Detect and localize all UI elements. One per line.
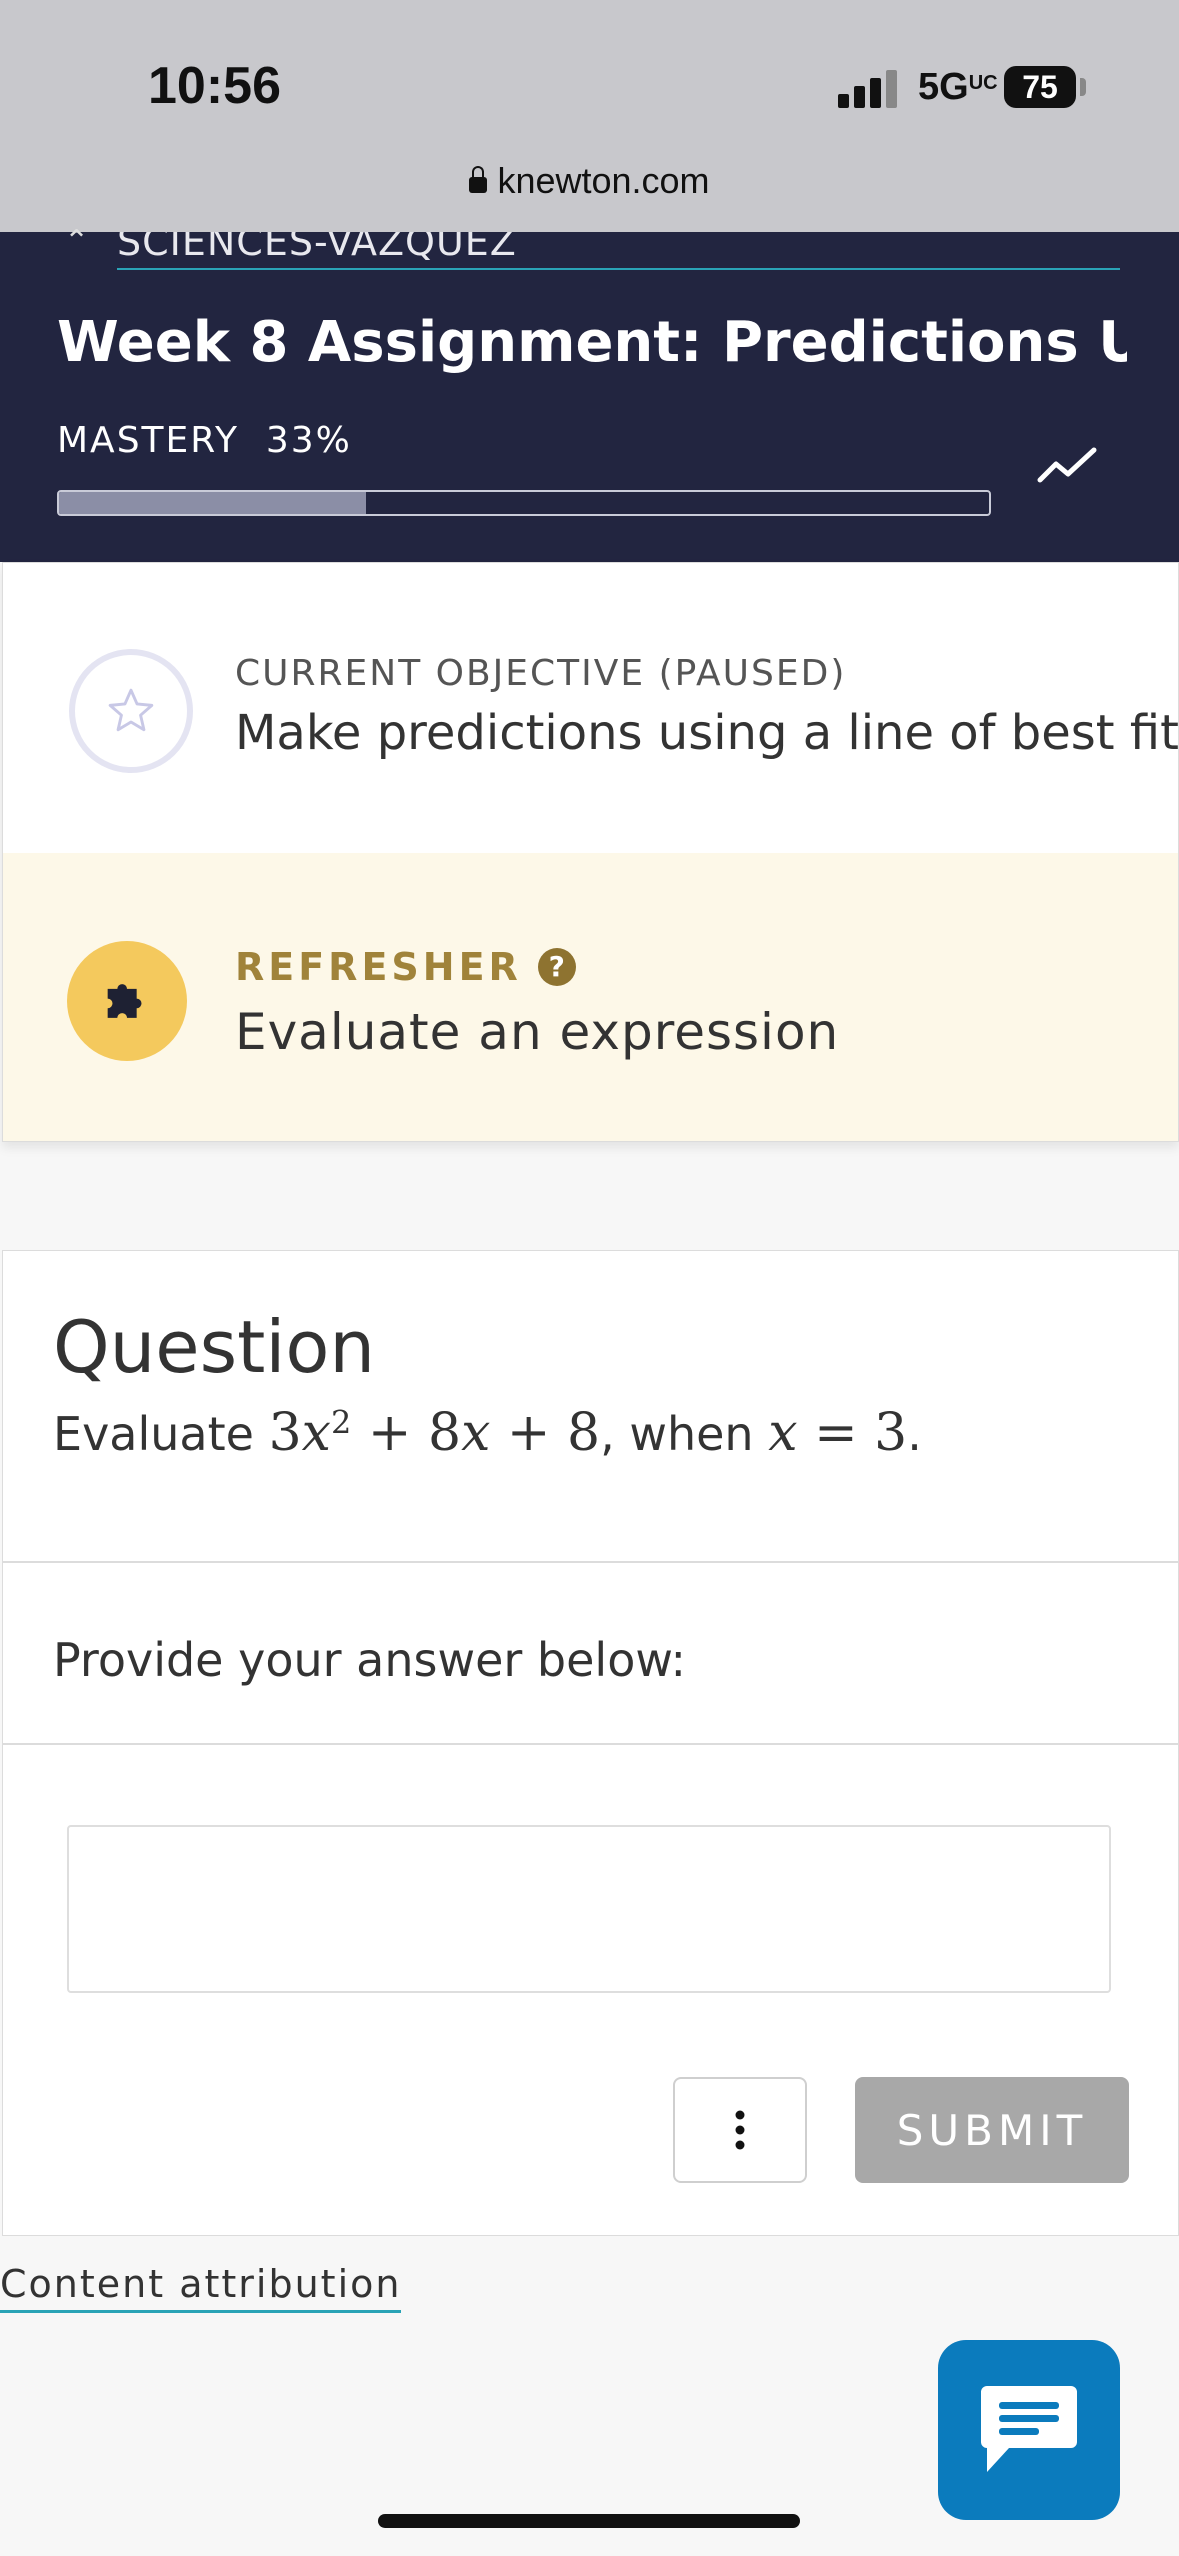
question-card: Question Evaluate 3x2 + 8x + 8, when x =… — [2, 1250, 1179, 2236]
objective-kicker: CURRENT OBJECTIVE (PAUSED) — [235, 653, 847, 694]
content-attribution-link[interactable]: Content attribution — [0, 2262, 402, 2313]
divider — [3, 1743, 1178, 1745]
home-indicator[interactable] — [378, 2514, 800, 2528]
status-time: 10:56 — [148, 57, 281, 115]
mastery-label: MASTERY 33% — [57, 420, 352, 461]
mastery-progress-bar — [57, 490, 991, 516]
objective-title: Make predictions using a line of best fi… — [235, 705, 1179, 761]
objective-badge — [69, 649, 193, 773]
battery-level: 75 — [1022, 68, 1058, 105]
chat-bubble-icon — [981, 2386, 1077, 2472]
back-caret-icon[interactable]: ⌃ — [64, 224, 89, 259]
battery-icon: 75 — [1004, 66, 1076, 108]
more-options-button[interactable] — [673, 2077, 807, 2183]
current-objective[interactable]: CURRENT OBJECTIVE (PAUSED) Make predicti… — [3, 563, 1179, 853]
trend-line-icon[interactable] — [1036, 446, 1098, 486]
course-link[interactable]: SCIENCES-VAZQUEZ — [117, 232, 1120, 270]
assignment-title: Week 8 Assignment: Predictions Usi... — [57, 310, 1127, 375]
screen: 10:56 5GUC 75 knewton.com ⌃ SCIENCES-VAZ… — [0, 0, 1179, 2556]
objective-card: CURRENT OBJECTIVE (PAUSED) Make predicti… — [2, 562, 1179, 1142]
star-icon — [108, 688, 154, 732]
mastery-progress-fill — [59, 492, 366, 514]
question-text: Evaluate 3x2 + 8x + 8, when x = 3. — [53, 1403, 922, 1463]
refresher-title: Evaluate an expression — [235, 1003, 840, 1061]
refresher-badge — [67, 941, 187, 1061]
submit-button[interactable]: SUBMIT — [855, 2077, 1129, 2183]
lock-icon — [469, 166, 488, 193]
url-bar[interactable]: knewton.com — [0, 160, 1179, 202]
question-heading: Question — [53, 1305, 376, 1389]
help-icon[interactable]: ? — [537, 948, 576, 986]
mastery-value: 33% — [265, 420, 352, 461]
more-vertical-icon — [735, 2110, 745, 2150]
battery-nub — [1080, 78, 1086, 96]
divider — [3, 1561, 1178, 1563]
chat-button[interactable] — [938, 2340, 1120, 2520]
refresher[interactable]: REFRESHER? Evaluate an expression — [3, 853, 1178, 1141]
assignment-header: ⌃ SCIENCES-VAZQUEZ Week 8 Assignment: Pr… — [0, 224, 1179, 562]
network-type: 5GUC — [918, 66, 998, 108]
refresher-kicker: REFRESHER? — [235, 945, 576, 989]
status-bar: 10:56 5GUC 75 knewton.com — [0, 0, 1179, 232]
puzzle-icon — [107, 984, 142, 1018]
answer-prompt: Provide your answer below: — [53, 1633, 686, 1687]
answer-input[interactable] — [67, 1825, 1111, 1993]
url-text: knewton.com — [497, 160, 710, 201]
cellular-signal-icon — [838, 68, 898, 108]
